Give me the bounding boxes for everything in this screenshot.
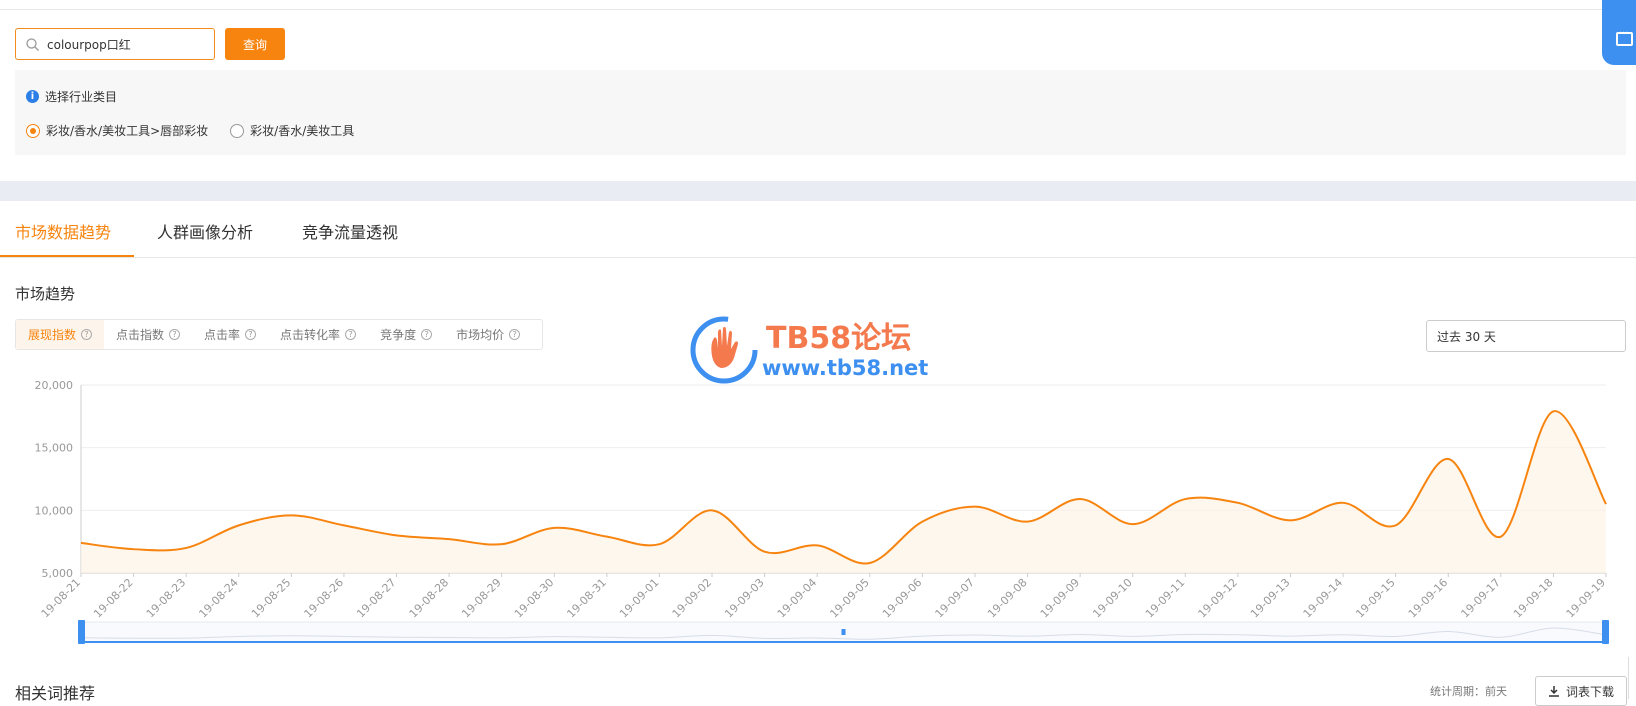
radio-unchecked-icon[interactable] bbox=[230, 123, 245, 138]
active-tab-indicator bbox=[0, 255, 134, 257]
metric-tabs: 展现指数? 点击指数? 点击率? 点击转化率? 竞争度? 市场均价? bbox=[15, 319, 543, 350]
x-tick-label: 19-09-01 bbox=[617, 576, 662, 621]
metric-tab-label: 点击率 bbox=[204, 328, 241, 342]
top-divider bbox=[0, 9, 1636, 10]
x-tick-label: 19-09-10 bbox=[1090, 576, 1135, 621]
tab-competition[interactable]: 竞争流量透视 bbox=[302, 219, 398, 243]
metric-tab-label: 展现指数 bbox=[28, 328, 77, 342]
related-words-title: 相关词推荐 bbox=[15, 684, 96, 703]
chat-icon bbox=[1616, 28, 1633, 46]
x-tick-label: 19-08-27 bbox=[354, 576, 399, 621]
market-trend-chart: 20,00015,00010,0005,00019-08-21 19-08-22 1… bbox=[35, 379, 1609, 644]
x-tick-label: 19-09-16 bbox=[1406, 576, 1451, 621]
search-input-value: colourpop口红 bbox=[47, 37, 131, 52]
x-tick-label: 19-08-23 bbox=[144, 576, 189, 621]
x-tick-label: 19-09-08 bbox=[985, 576, 1030, 621]
metric-tab-label: 市场均价 bbox=[456, 328, 505, 342]
metric-tab-clicks[interactable]: 点击指数? bbox=[104, 320, 192, 349]
x-tick-label: 19-09-18 bbox=[1511, 576, 1556, 621]
metric-tab-ctr[interactable]: 点击率? bbox=[192, 320, 268, 349]
metric-tab-avg-price[interactable]: 市场均价? bbox=[444, 320, 532, 349]
watermark-title: TB58论坛 bbox=[766, 321, 912, 356]
x-tick-label: 19-09-19 bbox=[1564, 576, 1609, 621]
x-tick-label: 19-09-12 bbox=[1196, 576, 1241, 621]
zoom-handle-right bbox=[1602, 620, 1609, 644]
metric-tab-conversion[interactable]: 点击转化率? bbox=[268, 320, 368, 349]
x-tick-label: 19-08-25 bbox=[249, 576, 294, 621]
metric-tab-impressions[interactable]: 展现指数? bbox=[16, 320, 105, 349]
x-tick-label: 19-09-05 bbox=[827, 576, 872, 621]
download-button[interactable]: 词表下载 bbox=[1535, 676, 1627, 706]
search-input[interactable]: colourpop口红 bbox=[15, 28, 215, 60]
help-icon[interactable]: ? bbox=[81, 329, 93, 340]
metric-tab-competition[interactable]: 竞争度? bbox=[368, 320, 444, 349]
tab-market-trend[interactable]: 市场数据趋势 bbox=[15, 219, 111, 243]
x-tick-label: 19-09-07 bbox=[933, 576, 978, 621]
x-tick-label: 19-09-13 bbox=[1248, 576, 1293, 621]
y-tick-label: 10,000 bbox=[35, 504, 74, 517]
x-tick-label: 19-08-29 bbox=[459, 576, 504, 621]
series-area bbox=[81, 411, 1606, 573]
main-tabs: 市场数据趋势 人群画像分析 竞争流量透视 bbox=[0, 201, 1636, 258]
zoom-handle-left bbox=[78, 620, 85, 644]
x-tick-label: 19-09-09 bbox=[1038, 576, 1083, 621]
category-title-label: 选择行业类目 bbox=[45, 90, 118, 104]
category-panel: i 选择行业类目 彩妆/香水/美妆工具>唇部彩妆 彩妆/香水/美妆工具 bbox=[15, 70, 1626, 155]
x-tick-label: 19-08-30 bbox=[512, 576, 557, 621]
x-tick-label: 19-08-26 bbox=[302, 576, 347, 621]
y-tick-label: 20,000 bbox=[35, 379, 74, 392]
category-title: i 选择行业类目 bbox=[26, 88, 117, 105]
zoom-drag-handle bbox=[841, 629, 846, 635]
x-tick-label: 19-09-15 bbox=[1353, 576, 1398, 621]
metric-tab-label: 点击转化率 bbox=[280, 328, 341, 342]
tab-audience[interactable]: 人群画像分析 bbox=[157, 219, 253, 243]
download-icon bbox=[1548, 686, 1559, 697]
download-label: 词表下载 bbox=[1565, 684, 1614, 699]
x-tick-label: 19-08-24 bbox=[196, 576, 241, 621]
category-options: 彩妆/香水/美妆工具>唇部彩妆 彩妆/香水/美妆工具 bbox=[26, 122, 376, 139]
metric-tab-label: 点击指数 bbox=[116, 328, 165, 342]
help-icon[interactable]: ? bbox=[169, 329, 181, 340]
section-title: 市场趋势 bbox=[15, 285, 76, 303]
section-separator bbox=[0, 181, 1636, 201]
x-tick-label: 19-09-11 bbox=[1143, 576, 1188, 621]
scrollbar-edge bbox=[1628, 657, 1636, 699]
x-tick-label: 19-09-03 bbox=[722, 576, 767, 621]
help-icon[interactable]: ? bbox=[245, 329, 257, 340]
x-tick-label: 19-08-28 bbox=[407, 576, 452, 621]
x-tick-label: 19-09-06 bbox=[880, 576, 925, 621]
y-tick-label: 15,000 bbox=[35, 442, 74, 455]
x-tick-label: 19-08-21 bbox=[39, 576, 84, 621]
help-icon[interactable]: ? bbox=[345, 329, 357, 340]
y-tick-label: 5,000 bbox=[42, 567, 74, 580]
category-option-label: 彩妆/香水/美妆工具>唇部彩妆 bbox=[46, 124, 209, 138]
x-tick-label: 19-08-31 bbox=[564, 576, 609, 621]
x-tick-label: 19-08-22 bbox=[91, 576, 136, 621]
x-tick-label: 19-09-04 bbox=[775, 576, 820, 621]
category-option-label: 彩妆/香水/美妆工具 bbox=[250, 124, 355, 138]
help-icon[interactable]: ? bbox=[509, 329, 521, 340]
radio-checked-icon[interactable] bbox=[26, 123, 40, 138]
stat-period: 统计周期：前天 bbox=[1430, 685, 1507, 698]
x-tick-label: 19-09-17 bbox=[1458, 576, 1503, 621]
metric-tab-label: 竞争度 bbox=[380, 328, 417, 342]
x-tick-label: 19-09-02 bbox=[670, 576, 715, 621]
query-button[interactable]: 查询 bbox=[225, 28, 285, 60]
period-select[interactable]: 过去 30 天 bbox=[1426, 320, 1626, 352]
side-feedback-widget[interactable] bbox=[1602, 0, 1636, 65]
search-icon bbox=[26, 37, 39, 51]
help-icon[interactable]: ? bbox=[421, 329, 433, 340]
category-option-makeup[interactable]: 彩妆/香水/美妆工具 bbox=[230, 122, 354, 139]
info-icon: i bbox=[26, 90, 39, 103]
x-tick-label: 19-09-14 bbox=[1301, 576, 1346, 621]
category-option-lip[interactable]: 彩妆/香水/美妆工具>唇部彩妆 bbox=[26, 122, 208, 139]
